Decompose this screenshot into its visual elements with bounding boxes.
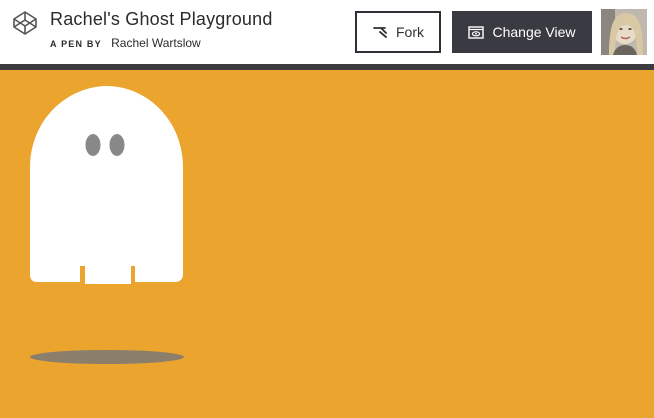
byline-prefix: A PEN BY bbox=[50, 39, 102, 49]
pen-byline: A PEN BY Rachel Wartslow bbox=[50, 36, 201, 50]
ghost-body bbox=[30, 86, 183, 284]
eye-icon bbox=[468, 25, 485, 39]
app-header: Rachel's Ghost Playground A PEN BY Rache… bbox=[0, 0, 654, 64]
change-view-button[interactable]: Change View bbox=[452, 11, 592, 53]
change-view-button-label: Change View bbox=[492, 24, 576, 40]
fork-icon bbox=[373, 27, 387, 38]
pen-title: Rachel's Ghost Playground bbox=[50, 9, 273, 29]
codepen-logo-icon[interactable] bbox=[12, 10, 38, 36]
ghost-character bbox=[30, 86, 183, 284]
ghost-shadow bbox=[30, 350, 184, 364]
ghost-left-eye bbox=[85, 134, 101, 156]
fork-button[interactable]: Fork bbox=[355, 11, 441, 53]
author-link[interactable]: Rachel Wartslow bbox=[111, 36, 201, 50]
ghost-right-eye bbox=[109, 134, 125, 156]
user-avatar[interactable] bbox=[601, 9, 647, 55]
avatar-image bbox=[601, 9, 647, 55]
fork-button-label: Fork bbox=[396, 24, 424, 40]
